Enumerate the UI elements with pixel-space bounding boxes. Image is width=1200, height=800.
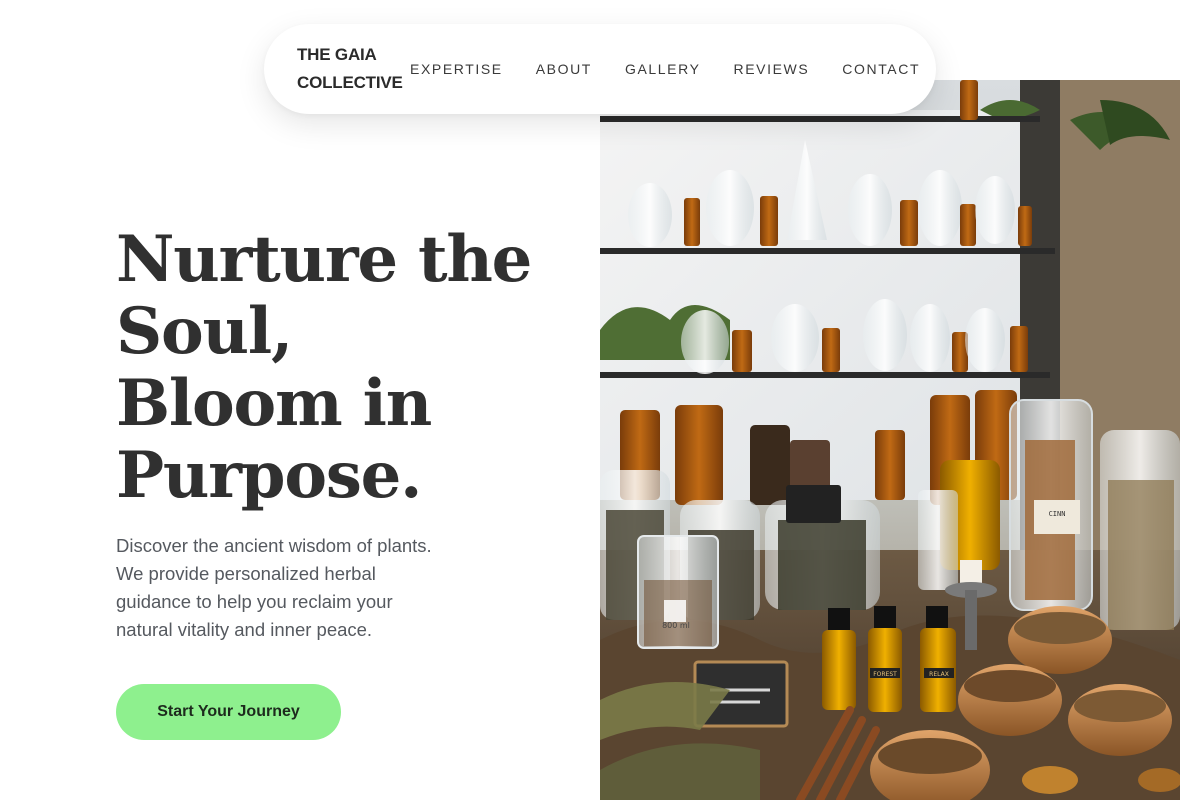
brand-line-1: THE GAIA: [297, 45, 377, 64]
spray-label-relax: RELAX: [929, 671, 949, 678]
hero-description: Discover the ancient wisdom of plants. W…: [116, 532, 506, 644]
nav-link-about[interactable]: ABOUT: [536, 61, 592, 77]
description-line-2: We provide personalized herbal: [116, 563, 376, 584]
nav-link-expertise[interactable]: EXPERTISE: [410, 61, 503, 77]
nav-link-reviews[interactable]: REVIEWS: [734, 61, 810, 77]
description-line-4: natural vitality and inner peace.: [116, 619, 373, 640]
top-navigation: THE GAIA COLLECTIVE EXPERTISE ABOUT GALL…: [264, 24, 936, 114]
headline-line-1: Nurture the: [116, 222, 532, 297]
headline-line-4: Purpose.: [116, 438, 422, 513]
nav-link-gallery[interactable]: GALLERY: [625, 61, 701, 77]
spray-label-forest: FOREST: [873, 671, 897, 678]
beaker-label: 800 ml: [662, 621, 690, 630]
cinnamon-jar-label: CINN: [1049, 510, 1066, 518]
start-journey-button[interactable]: Start Your Journey: [116, 684, 341, 740]
description-line-3: guidance to help you reclaim your: [116, 591, 393, 612]
brand-line-2: COLLECTIVE: [297, 73, 403, 92]
hero-headline: Nurture the Soul, Bloom in Purpose.: [116, 224, 586, 512]
description-line-1: Discover the ancient wisdom of plants.: [116, 535, 432, 556]
hero-image-apothecary: CINN 800 ml FOREST RELAX: [600, 80, 1180, 800]
headline-line-3: Bloom in: [116, 366, 432, 441]
apothecary-illustration: CINN 800 ml FOREST RELAX: [600, 80, 1180, 800]
brand-logo[interactable]: THE GAIA COLLECTIVE: [297, 41, 409, 97]
nav-link-contact[interactable]: CONTACT: [842, 61, 920, 77]
nav-links: EXPERTISE ABOUT GALLERY REVIEWS CONTACT: [410, 61, 920, 77]
headline-line-2: Soul,: [116, 294, 293, 369]
